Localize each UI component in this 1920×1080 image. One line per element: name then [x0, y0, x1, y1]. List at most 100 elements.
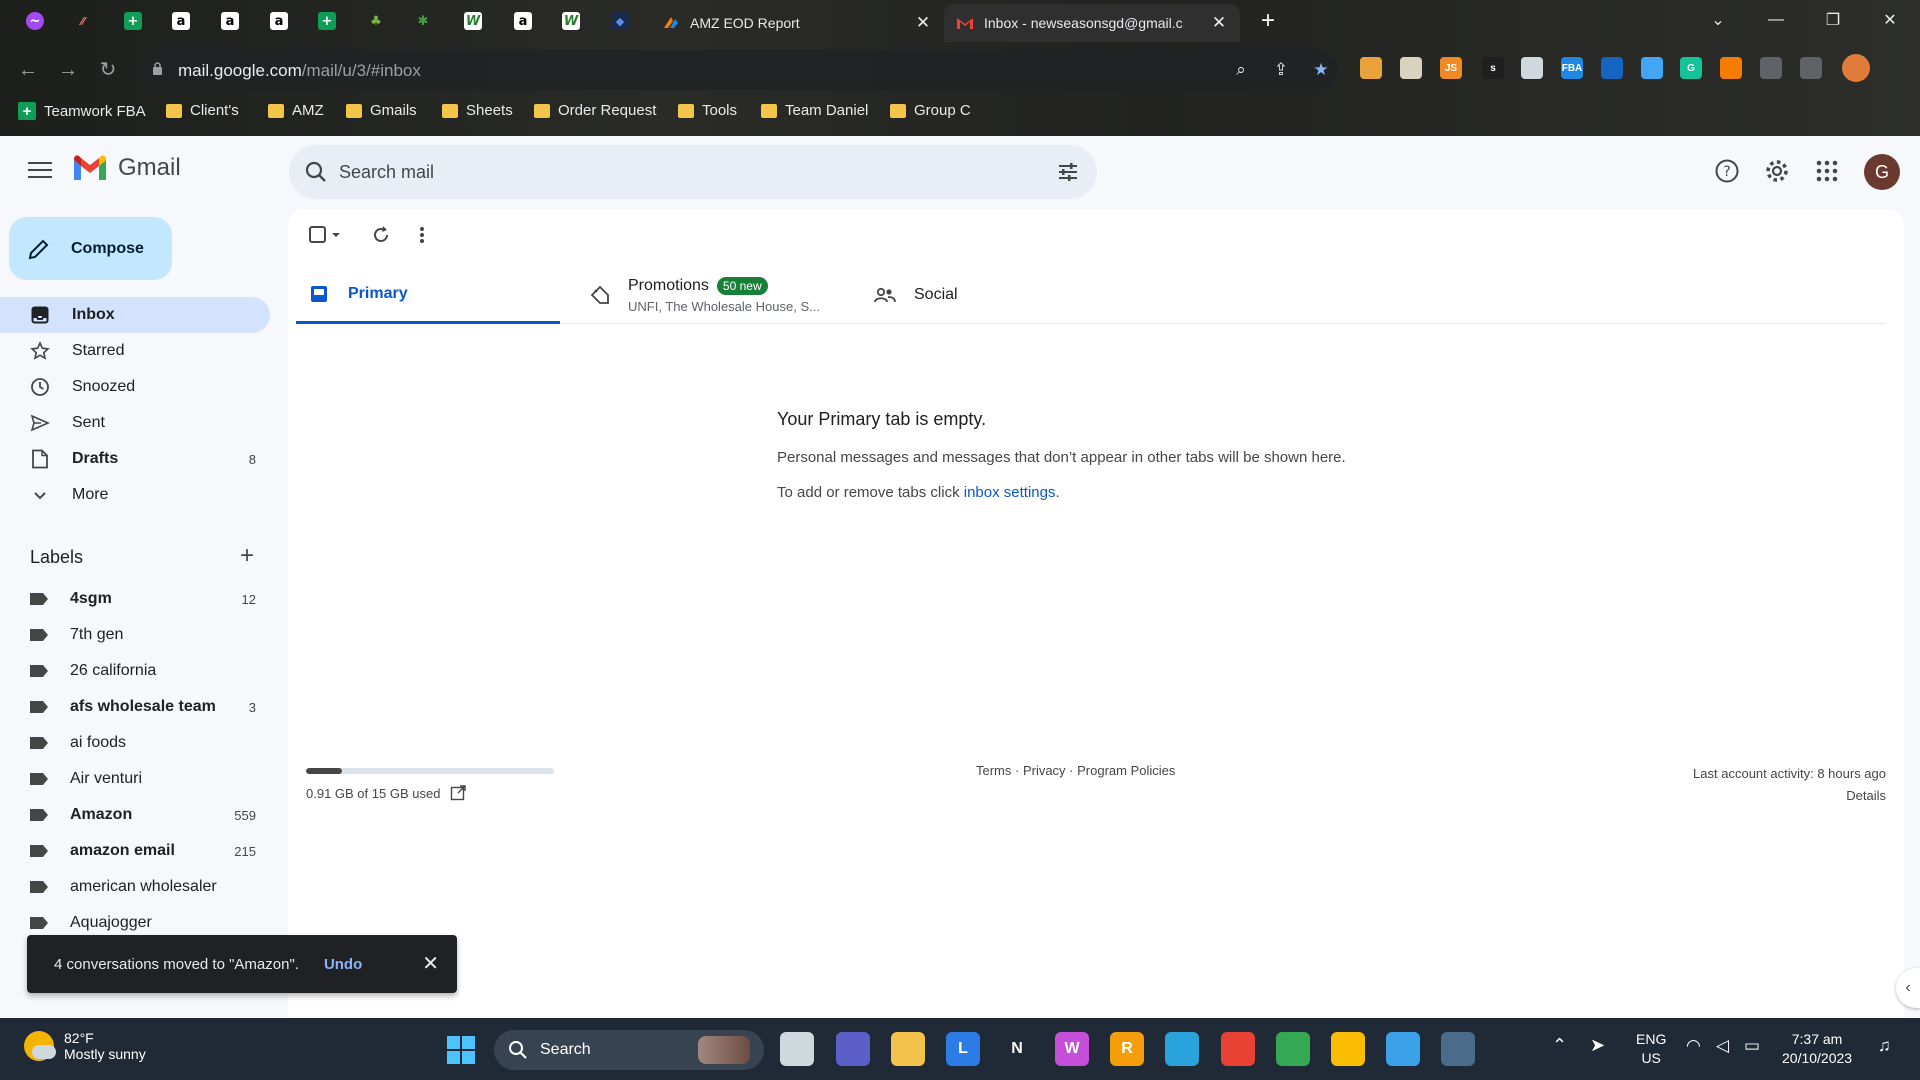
open-external-icon[interactable] — [450, 785, 467, 801]
clock[interactable]: 7:37 am 20/10/2023 — [1782, 1030, 1852, 1068]
label-item[interactable]: Amazon 559 — [0, 797, 270, 833]
close-icon[interactable]: ✕ — [422, 951, 439, 976]
tab-gmail-inbox[interactable]: Inbox - newseasonsgd@gmail.c ✕ — [944, 4, 1240, 42]
notification-bell-icon[interactable]: ♫ — [1878, 1036, 1891, 1055]
nav-item-starred[interactable]: Starred — [0, 333, 270, 369]
tab-amz-eod-report[interactable]: AMZ EOD Report ✕ — [650, 4, 944, 42]
undo-button[interactable]: Undo — [324, 956, 362, 973]
bookmark-tools[interactable]: Tools — [678, 102, 737, 119]
label-item[interactable]: amazon email 215 — [0, 833, 270, 869]
sidepanel-ext-icon[interactable] — [1800, 57, 1822, 79]
new-tab-button[interactable]: + — [1254, 8, 1282, 36]
gmail-logo[interactable]: Gmail — [72, 154, 181, 182]
location-icon[interactable]: ➤ — [1590, 1036, 1605, 1055]
link-ext-icon[interactable] — [1641, 57, 1663, 79]
pinned-tab-messenger[interactable]: ~ — [20, 7, 50, 35]
windows-start-icon[interactable] — [446, 1035, 476, 1065]
create-label-icon[interactable]: + — [240, 542, 254, 570]
search-mail-input[interactable]: Search mail — [289, 145, 1097, 199]
search-options-icon[interactable] — [1057, 161, 1079, 183]
notes-ext-icon[interactable] — [1400, 57, 1422, 79]
pinned-tab-amazon-3[interactable]: a — [264, 7, 294, 35]
tab-primary[interactable]: Primary — [296, 266, 560, 324]
bookmark-star-icon[interactable]: ★ — [1310, 60, 1332, 82]
pinned-tab-plant[interactable]: ✱ — [408, 7, 438, 35]
footer-links[interactable]: Terms · Privacy · Program Policies — [976, 763, 1175, 778]
more-vert-icon[interactable] — [418, 225, 426, 245]
bookmark-team-daniel[interactable]: Team Daniel — [761, 102, 868, 119]
app-notion-like-icon[interactable]: N — [1000, 1032, 1034, 1066]
address-bar[interactable]: mail.google.com/mail/u/3/#inbox ⌕ ⇪ ★ — [138, 50, 1338, 90]
doc-ext-icon[interactable] — [1521, 57, 1543, 79]
pinned-tab-cube[interactable]: ◆ — [605, 7, 635, 35]
weather-widget[interactable]: 82°F Mostly sunny — [24, 1030, 146, 1062]
share-icon[interactable]: ⇪ — [1270, 60, 1292, 82]
inbox-settings-link[interactable]: inbox settings. — [964, 484, 1060, 501]
close-tab-icon[interactable]: ✕ — [1210, 13, 1228, 33]
back-arrow-icon[interactable]: ← — [14, 56, 42, 84]
label-item[interactable]: Air venturi — [0, 761, 270, 797]
search-icon[interactable] — [303, 159, 329, 185]
nav-item-snoozed[interactable]: Snoozed — [0, 369, 270, 405]
s-ext-icon[interactable]: s — [1482, 57, 1504, 79]
cookie-ext-icon[interactable] — [1360, 57, 1382, 79]
compose-button[interactable]: Compose — [9, 217, 172, 280]
chrome-1-icon[interactable] — [1221, 1032, 1255, 1066]
grammarly-ext-icon[interactable]: G — [1680, 57, 1702, 79]
label-item[interactable]: 26 california — [0, 653, 270, 689]
show-hidden-icons-icon[interactable]: ⌃ — [1552, 1036, 1567, 1055]
pinned-tab-chart[interactable]: ⁄⁄ — [68, 7, 98, 35]
details-link[interactable]: Details — [1693, 785, 1886, 807]
forward-arrow-icon[interactable]: → — [54, 56, 82, 84]
tab-search-chevron-icon[interactable]: ⌄ — [1690, 0, 1746, 40]
bookmark-teamwork-fba[interactable]: + Teamwork FBA — [18, 102, 146, 120]
fba-ext-icon[interactable]: FBA — [1561, 57, 1583, 79]
pinned-tab-amazon-4[interactable]: a — [508, 7, 538, 35]
notepad-icon[interactable] — [1386, 1032, 1420, 1066]
pinned-tab-w-app-1[interactable]: W — [458, 7, 488, 35]
app-l-icon[interactable]: L — [946, 1032, 980, 1066]
settings-gear-icon[interactable] — [1764, 158, 1790, 184]
bookmark-gmails[interactable]: Gmails — [346, 102, 417, 119]
pinned-tab-leaf[interactable]: ♣ — [361, 7, 391, 35]
close-window-button[interactable]: ✕ — [1862, 0, 1918, 40]
select-all-checkbox[interactable] — [308, 225, 342, 245]
bookmark-client-s[interactable]: Client's — [166, 102, 239, 119]
main-menu-icon[interactable] — [28, 162, 52, 180]
label-item[interactable]: american wholesaler — [0, 869, 270, 905]
chrome-3-icon[interactable] — [1331, 1032, 1365, 1066]
tab-promotions[interactable]: Promotions 50 new UNFI, The Wholesale Hou… — [590, 266, 820, 324]
volume-icon[interactable]: ◁ — [1716, 1036, 1729, 1055]
teams-icon[interactable] — [836, 1032, 870, 1066]
wifi-icon[interactable]: ◠ — [1686, 1036, 1701, 1055]
bookmark-order-request[interactable]: Order Request — [534, 102, 656, 119]
label-item[interactable]: ai foods — [0, 725, 270, 761]
nav-item-drafts[interactable]: Drafts 8 — [0, 441, 270, 477]
zoom-icon[interactable]: ⌕ — [1230, 60, 1252, 82]
dots-ext-icon[interactable] — [1601, 57, 1623, 79]
restore-button[interactable]: ❐ — [1805, 0, 1861, 40]
js-ext-icon[interactable]: JS — [1440, 57, 1462, 79]
label-item[interactable]: afs wholesale team 3 — [0, 689, 270, 725]
circle-ext-icon[interactable] — [1720, 57, 1742, 79]
pinned-tab-sheets-1[interactable]: + — [118, 7, 148, 35]
task-view-icon[interactable] — [780, 1032, 814, 1066]
profile-avatar-icon[interactable] — [1842, 54, 1870, 82]
nav-item-inbox[interactable]: Inbox — [0, 297, 270, 333]
telegram-icon[interactable] — [1165, 1032, 1199, 1066]
google-apps-icon[interactable] — [1814, 158, 1840, 184]
language-indicator[interactable]: ENG US — [1636, 1030, 1666, 1068]
bookmark-group-c[interactable]: Group C — [890, 102, 971, 119]
pinned-tab-amazon-2[interactable]: a — [215, 7, 245, 35]
label-item[interactable]: 7th gen — [0, 617, 270, 653]
taskbar-search[interactable]: Search — [494, 1030, 764, 1070]
puzzle-ext-icon[interactable] — [1760, 57, 1782, 79]
battery-icon[interactable]: ▭ — [1744, 1036, 1760, 1055]
app-r-icon[interactable]: R — [1110, 1032, 1144, 1066]
refresh-icon[interactable] — [371, 225, 391, 245]
bookmark-amz[interactable]: AMZ — [268, 102, 324, 119]
tab-social[interactable]: Social — [874, 266, 958, 324]
close-tab-icon[interactable]: ✕ — [914, 13, 932, 33]
pinned-tab-w-app-2[interactable]: W — [556, 7, 586, 35]
nav-item-sent[interactable]: Sent — [0, 405, 270, 441]
